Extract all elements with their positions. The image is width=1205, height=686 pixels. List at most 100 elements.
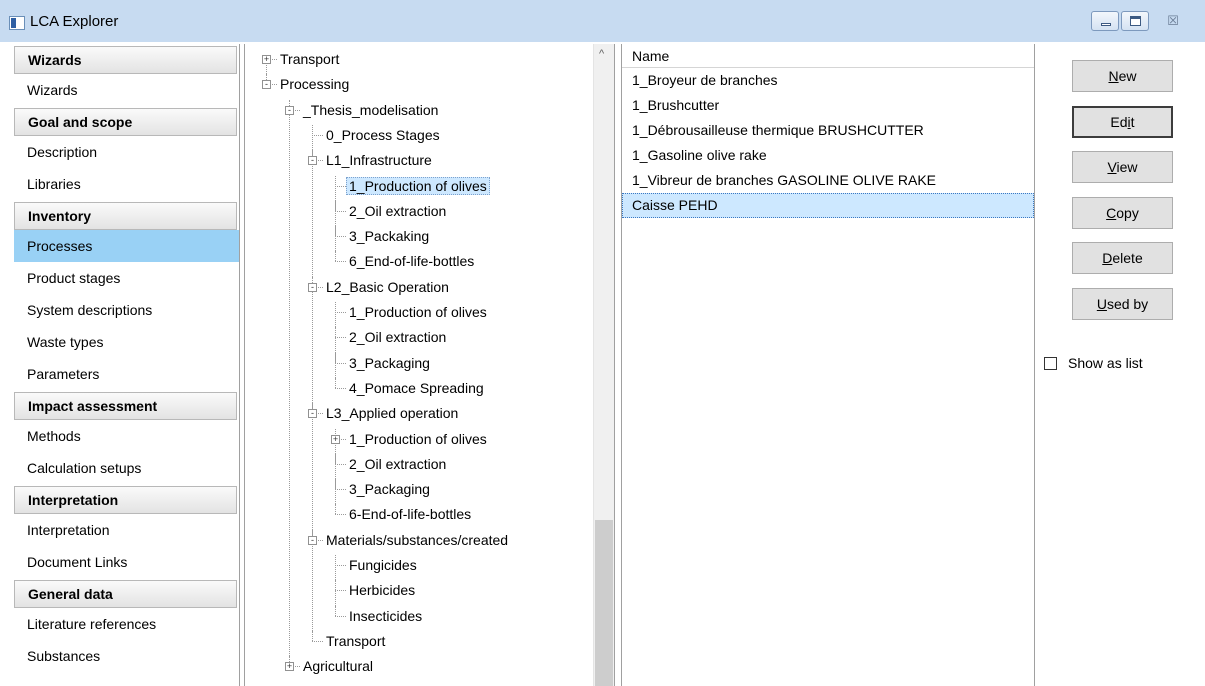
nav-header-goal-and-scope[interactable]: Goal and scope [14, 108, 237, 136]
tree-node[interactable]: 3_Packaging [346, 353, 433, 373]
nav-item-substances[interactable]: Substances [14, 640, 239, 672]
list-item[interactable]: 1_Vibreur de branches GASOLINE OLIVE RAK… [622, 168, 1034, 193]
tree-node-label[interactable]: 6-End-of-life-bottles [346, 506, 474, 522]
tree-node-label[interactable]: Processing [277, 76, 352, 92]
tree-node[interactable]: Agricultural [300, 656, 376, 676]
delete-button[interactable]: Delete [1072, 242, 1173, 274]
tree-node[interactable]: Herbicides [346, 580, 418, 600]
tree-node-label[interactable]: 1_Production of olives [346, 176, 490, 195]
list-item[interactable]: Caisse PEHD [622, 193, 1034, 218]
tree-node-label[interactable]: Agricultural [300, 658, 376, 674]
scroll-up-arrow-icon[interactable]: ^ [599, 48, 604, 60]
tree-node-label[interactable]: 3_Packaging [346, 355, 433, 371]
tree-scrollbar[interactable]: ^ [593, 44, 614, 686]
list-item[interactable]: 1_Broyeur de branches [622, 68, 1034, 93]
list-item[interactable]: 1_Brushcutter [622, 93, 1034, 118]
nav-header-inventory[interactable]: Inventory [14, 202, 237, 230]
used-by-button[interactable]: Used by [1072, 288, 1173, 320]
tree-node[interactable]: 2_Oil extraction [346, 327, 449, 347]
tree-node[interactable]: Fungicides [346, 555, 420, 575]
scroll-thumb[interactable] [595, 520, 613, 686]
tree-node[interactable]: 1_Production of olives [346, 429, 490, 449]
nav-item-libraries[interactable]: Libraries [14, 168, 239, 200]
tree-node[interactable]: 3_Packaging [346, 479, 433, 499]
nav-item-methods[interactable]: Methods [14, 420, 239, 452]
collapse-icon[interactable]: - [308, 535, 317, 545]
tree-node[interactable]: 1_Production of olives [346, 302, 490, 322]
close-button[interactable]: ☒ [1151, 11, 1195, 31]
nav-header-impact-assessment[interactable]: Impact assessment [14, 392, 237, 420]
tree-node-label[interactable]: Transport [323, 633, 388, 649]
list-item[interactable]: 1_Gasoline olive rake [622, 143, 1034, 168]
tree-node-label[interactable]: 2_Oil extraction [346, 456, 449, 472]
new-button[interactable]: New [1072, 60, 1173, 92]
tree-node-label[interactable]: _Thesis_modelisation [300, 102, 441, 118]
tree-node[interactable]: L3_Applied operation [323, 403, 461, 423]
maximize-button[interactable] [1121, 11, 1149, 31]
collapse-icon[interactable]: - [308, 156, 317, 166]
expand-icon[interactable]: + [331, 434, 340, 444]
tree-node[interactable]: Transport [277, 49, 342, 69]
tree-node[interactable]: Insecticides [346, 606, 425, 626]
tree-node[interactable]: Materials/substances/created [323, 530, 511, 550]
tree-node-label[interactable]: L2_Basic Operation [323, 279, 452, 295]
tree-node-label[interactable]: 1_Production of olives [346, 304, 490, 320]
nav-item-interpretation[interactable]: Interpretation [14, 514, 239, 546]
nav-item-waste-types[interactable]: Waste types [14, 326, 239, 358]
tree-node[interactable]: 2_Oil extraction [346, 454, 449, 474]
nav-item-product-stages[interactable]: Product stages [14, 262, 239, 294]
tree-node-label[interactable]: 6_End-of-life-bottles [346, 253, 477, 269]
tree-node-label[interactable]: 2_Oil extraction [346, 329, 449, 345]
tree-node[interactable]: Transport [323, 631, 388, 651]
nav-item-document-links[interactable]: Document Links [14, 546, 239, 578]
view-button[interactable]: View [1072, 151, 1173, 183]
tree-node[interactable]: Processing [277, 74, 352, 94]
tree-node[interactable]: 0_Process Stages [323, 125, 443, 145]
nav-header-interpretation[interactable]: Interpretation [14, 486, 237, 514]
edit-button[interactable]: Edit [1072, 106, 1173, 138]
tree-node-label[interactable]: Fungicides [346, 557, 420, 573]
tree-node[interactable]: L2_Basic Operation [323, 277, 452, 297]
tree-node-label[interactable]: 3_Packaking [346, 228, 432, 244]
tree-node[interactable]: 6-End-of-life-bottles [346, 504, 474, 524]
tree-node-label[interactable]: L1_Infrastructure [323, 152, 435, 168]
list-item[interactable]: 1_Débrousailleuse thermique BRUSHCUTTER [622, 118, 1034, 143]
process-list[interactable]: Name 1_Broyeur de branches 1_Brushcutter 1… [621, 44, 1035, 686]
tree-node-label[interactable]: 2_Oil extraction [346, 203, 449, 219]
expand-icon[interactable]: + [262, 55, 271, 64]
tree-node[interactable]: 1_Production of olives [346, 176, 490, 196]
collapse-icon[interactable]: - [308, 282, 317, 292]
nav-item-description[interactable]: Description [14, 136, 239, 168]
tree-node[interactable]: L1_Infrastructure [323, 150, 435, 170]
tree-node[interactable]: 2_Oil extraction [346, 201, 449, 221]
tree-node[interactable]: 3_Packaking [346, 226, 432, 246]
tree-node[interactable]: 4_Pomace Spreading [346, 378, 487, 398]
nav-item-literature-references[interactable]: Literature references [14, 608, 239, 640]
show-as-list-checkbox[interactable] [1044, 356, 1057, 370]
tree-node-label[interactable]: 4_Pomace Spreading [346, 380, 487, 396]
nav-item-system-descriptions[interactable]: System descriptions [14, 294, 239, 326]
collapse-icon[interactable]: - [262, 80, 271, 90]
tree-node-label[interactable]: Transport [277, 51, 342, 67]
column-header-name[interactable]: Name [622, 44, 1034, 68]
nav-item-wizards[interactable]: Wizards [14, 74, 239, 106]
tree-node[interactable]: 6_End-of-life-bottles [346, 251, 477, 271]
nav-header-wizards[interactable]: Wizards [14, 46, 237, 74]
tree-node[interactable]: _Thesis_modelisation [300, 100, 441, 120]
nav-header-general-data[interactable]: General data [14, 580, 237, 608]
tree-node-label[interactable]: 3_Packaging [346, 481, 433, 497]
nav-item-parameters[interactable]: Parameters [14, 358, 239, 390]
copy-button[interactable]: Copy [1072, 197, 1173, 229]
show-as-list-toggle[interactable]: Show as list [1044, 354, 1143, 372]
collapse-icon[interactable]: - [308, 409, 317, 419]
process-tree[interactable]: ^ + Transport - Processing - _Thesis_modelisa… [244, 44, 615, 686]
minimize-button[interactable] [1091, 11, 1119, 31]
tree-node-label[interactable]: Herbicides [346, 582, 418, 598]
collapse-icon[interactable]: - [285, 105, 294, 115]
tree-node-label[interactable]: Materials/substances/created [323, 532, 511, 548]
nav-item-processes[interactable]: Processes [14, 230, 239, 262]
nav-item-calculation-setups[interactable]: Calculation setups [14, 452, 239, 484]
tree-node-label[interactable]: L3_Applied operation [323, 405, 461, 421]
expand-icon[interactable]: + [285, 662, 294, 672]
tree-node-label[interactable]: 0_Process Stages [323, 127, 443, 143]
